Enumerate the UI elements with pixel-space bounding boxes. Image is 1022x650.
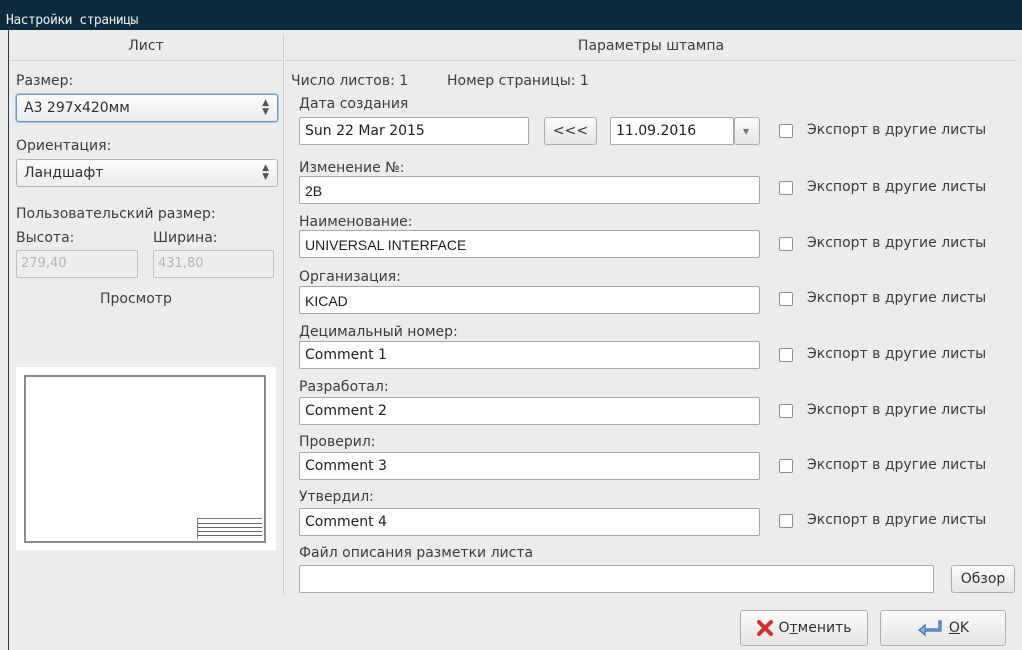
updown-arrows-icon: ▲ ▼: [262, 163, 269, 182]
date-input[interactable]: Sun 22 Mar 2015: [299, 117, 529, 145]
panel-separator: [283, 34, 284, 594]
export-company-label: Экспорт в другие листы: [807, 290, 987, 306]
paper-size-select[interactable]: A3 297x420мм ▲ ▼: [16, 94, 278, 122]
cancel-label-end: менить: [797, 620, 852, 636]
export-comment2-label: Экспорт в другие листы: [807, 402, 987, 418]
export-comment4-checkbox[interactable]: [779, 514, 793, 528]
width-input[interactable]: 431,80: [153, 250, 274, 278]
export-revision-label: Экспорт в другие листы: [807, 179, 987, 195]
comment4-label: Утвердил:: [299, 489, 374, 505]
revision-label: Изменение №:: [299, 160, 405, 176]
export-comment2-checkbox[interactable]: [779, 404, 793, 418]
comment2-label: Разработал:: [299, 379, 389, 395]
comment2-value: Comment 2: [305, 403, 387, 419]
updown-arrows-icon: ▲ ▼: [262, 98, 269, 117]
layout-file-input[interactable]: [299, 565, 934, 593]
comment4-value: Comment 4: [305, 514, 387, 530]
title-input[interactable]: UNIVERSAL INTERFACE: [299, 230, 760, 258]
window-titlebar[interactable]: Настройки страницы: [0, 0, 1022, 30]
width-value: 431,80: [158, 256, 204, 271]
title-label: Наименование:: [299, 214, 413, 230]
cancel-button[interactable]: Отменить: [740, 610, 868, 646]
preview-sheet: [24, 375, 266, 543]
page-preview: [16, 367, 276, 550]
date-picker-input[interactable]: 11.09.2016: [610, 117, 734, 145]
export-date-checkbox[interactable]: [779, 124, 793, 138]
orientation-select[interactable]: Ландшафт ▲ ▼: [16, 159, 278, 187]
export-revision-checkbox[interactable]: [779, 181, 793, 195]
export-date-label: Экспорт в другие листы: [807, 122, 987, 138]
ok-button[interactable]: ОK: [880, 610, 1006, 646]
height-label: Высота:: [16, 230, 75, 246]
export-comment3-checkbox[interactable]: [779, 459, 793, 473]
dropdown-arrow-icon: ▼: [743, 127, 750, 136]
revision-input[interactable]: 2B: [299, 176, 760, 204]
comment1-input[interactable]: Comment 1: [299, 341, 760, 369]
orientation-value: Ландшафт: [24, 165, 104, 181]
export-comment1-label: Экспорт в другие листы: [807, 346, 987, 362]
revision-value: 2B: [305, 183, 323, 199]
export-comment3-label: Экспорт в другие листы: [807, 457, 987, 473]
date-picker-value: 11.09.2016: [616, 123, 697, 139]
preview-label: Просмотр: [100, 291, 172, 307]
orientation-label: Ориентация:: [16, 138, 112, 154]
paper-size-value: A3 297x420мм: [24, 100, 130, 116]
date-value: Sun 22 Mar 2015: [305, 123, 425, 139]
right-header-separator: [285, 60, 1017, 61]
comment1-label: Децимальный номер:: [299, 324, 458, 340]
title-block-section-header: Параметры штампа: [577, 38, 725, 54]
comment3-input[interactable]: Comment 3: [299, 452, 760, 480]
width-label: Ширина:: [153, 230, 218, 246]
company-label: Организация:: [299, 269, 401, 285]
size-label: Размер:: [16, 73, 74, 89]
sheet-count: Число листов: 1: [291, 73, 409, 89]
page-number: Номер страницы: 1: [447, 73, 589, 89]
title-value: UNIVERSAL INTERFACE: [305, 237, 467, 253]
date-label: Дата создания: [299, 96, 409, 112]
window-frame-left: [0, 30, 9, 650]
company-value: KICAD: [305, 293, 348, 309]
layout-file-label: Файл описания разметки листа: [299, 545, 534, 561]
export-comment4-label: Экспорт в другие листы: [807, 512, 987, 528]
browse-button[interactable]: Обзор: [951, 565, 1015, 593]
height-value: 279,40: [21, 256, 67, 271]
export-title-label: Экспорт в другие листы: [807, 235, 987, 251]
comment1-value: Comment 1: [305, 347, 387, 363]
comment3-value: Comment 3: [305, 458, 387, 474]
window-title: Настройки страницы: [6, 13, 138, 28]
window-frame-right: [1016, 30, 1022, 650]
preview-title-block: [197, 518, 262, 539]
cancel-mnemonic: т: [789, 620, 798, 636]
export-title-checkbox[interactable]: [779, 237, 793, 251]
comment2-input[interactable]: Comment 2: [299, 397, 760, 425]
export-comment1-checkbox[interactable]: [779, 348, 793, 362]
cancel-x-icon: [757, 620, 774, 636]
export-company-checkbox[interactable]: [779, 292, 793, 306]
cancel-label-start: О: [778, 620, 790, 636]
custom-size-label: Пользовательский размер:: [16, 206, 216, 222]
ok-label-end: K: [959, 620, 970, 636]
sheet-section-header: Лист: [128, 38, 164, 54]
ok-mnemonic: О: [948, 620, 960, 636]
enter-arrow-icon: [917, 620, 942, 637]
comment3-label: Проверил:: [299, 434, 376, 450]
date-picker-dropdown[interactable]: ▼: [734, 117, 760, 145]
height-input[interactable]: 279,40: [16, 250, 138, 278]
company-input[interactable]: KICAD: [299, 286, 760, 314]
comment4-input[interactable]: Comment 4: [299, 508, 760, 536]
left-header-separator: [10, 60, 282, 61]
copy-date-button[interactable]: <<<: [544, 117, 597, 145]
